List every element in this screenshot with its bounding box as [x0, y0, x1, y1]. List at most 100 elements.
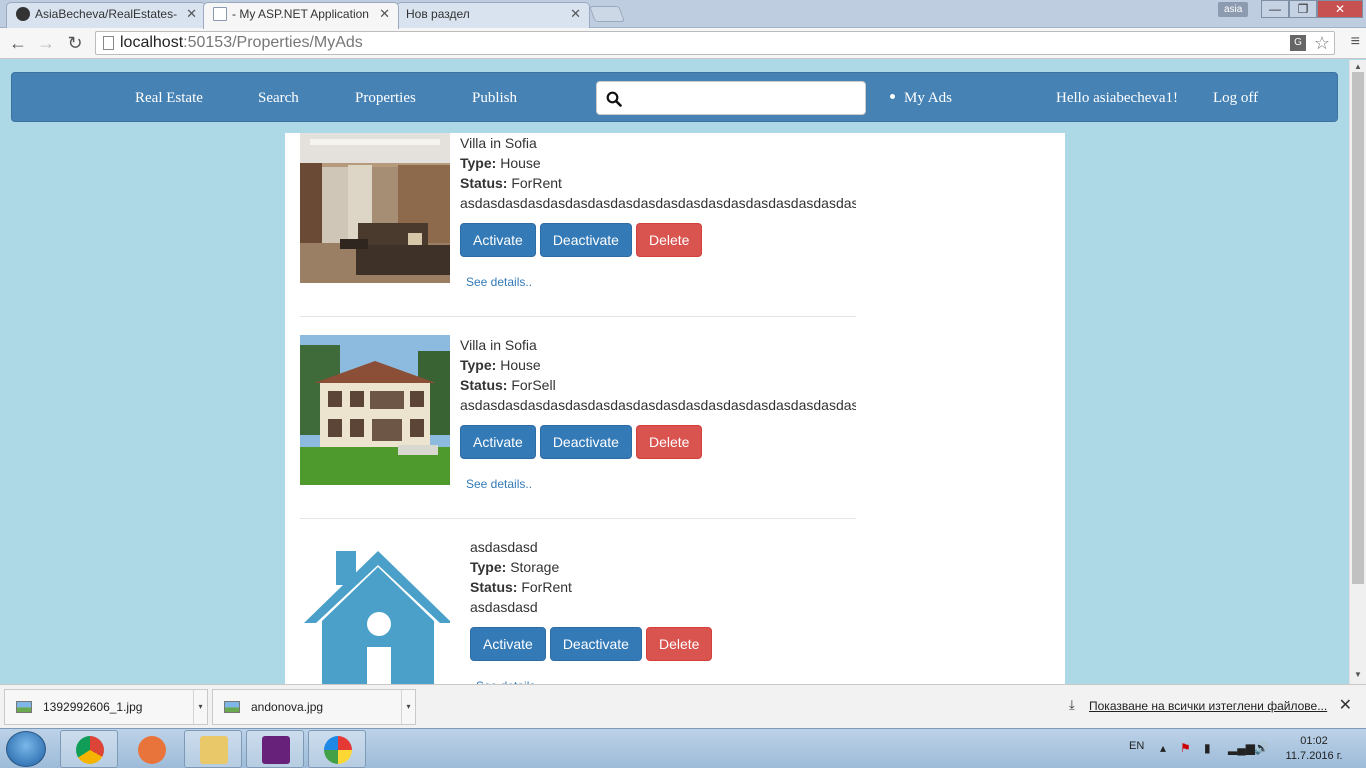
deactivate-button[interactable]: Deactivate [539, 223, 632, 257]
picasa-icon [324, 736, 352, 764]
ad-status-value: ForSell [511, 377, 556, 393]
close-icon[interactable]: ✕ [1339, 695, 1352, 715]
volume-icon[interactable]: 🔊 [1254, 741, 1269, 755]
maximize-button[interactable]: ❐ [1289, 0, 1317, 18]
download-filename: 1392992606_1.jpg [43, 700, 143, 714]
image-file-icon [16, 701, 32, 713]
address-bar-row: ← → ↻ localhost:50153/Properties/MyAds G… [0, 28, 1366, 59]
ad-description: asdasdasdasdasdasdasdasdasdasdasdasdasda… [460, 195, 856, 211]
clock-time: 01:02 [1300, 735, 1328, 747]
user-greeting-link[interactable]: Hello asiabecheva1! [1056, 73, 1178, 123]
activate-button[interactable]: Activate [460, 425, 536, 459]
activate-button[interactable]: Activate [460, 223, 536, 257]
scroll-down-icon[interactable]: ▼ [1354, 670, 1362, 679]
page-viewport: Real Estate Search Properties Publish My… [0, 60, 1349, 684]
taskbar: EN ▴ ⚑ ▮ ▂▄▆ 🔊 01:02 11.7.2016 г. [0, 728, 1366, 768]
reload-icon[interactable]: ↻ [63, 32, 87, 54]
ad-card: asdasdasd Type: Storage Status: ForRent … [300, 537, 856, 684]
search-icon [606, 91, 622, 107]
delete-button[interactable]: Delete [645, 627, 713, 661]
download-item[interactable]: andonova.jpg ▾ [212, 689, 416, 725]
search-box[interactable] [596, 81, 866, 115]
menu-icon[interactable]: ≡ [1351, 34, 1360, 50]
ad-image-living-room[interactable] [300, 133, 450, 283]
ad-description: asdasdasdasdasdasdasdasdasdasdasdasdasda… [460, 397, 856, 413]
download-filename: andonova.jpg [251, 700, 324, 714]
deactivate-button[interactable]: Deactivate [539, 425, 632, 459]
back-arrow-icon[interactable]: ← [6, 32, 30, 54]
tab-title: AsiaBecheva/RealEstates- [35, 7, 178, 21]
ad-actions: Activate Deactivate Delete [470, 627, 716, 661]
taskbar-picasa[interactable] [308, 730, 366, 768]
delete-button[interactable]: Delete [635, 223, 703, 257]
ad-info: Villa in Sofia Type: House Status: ForSe… [460, 335, 856, 415]
browser-tab-new[interactable]: Нов раздел ✕ [396, 2, 590, 28]
ad-type-row: Type: Storage [470, 557, 866, 577]
translate-icon[interactable]: G [1290, 35, 1306, 51]
ad-status-row: Status: ForRent [470, 577, 866, 597]
download-bar: 1392992606_1.jpg ▾ andonova.jpg ▾ ⤓ Пока… [0, 684, 1366, 728]
search-input[interactable] [627, 84, 859, 112]
close-tab-icon[interactable]: ✕ [379, 3, 390, 25]
ad-description: asdasdasd [470, 599, 538, 615]
scroll-up-icon[interactable]: ▲ [1354, 62, 1362, 71]
browser-tab-myads[interactable]: - My ASP.NET Application ✕ [203, 2, 399, 29]
ad-status-row: Status: ForRent [460, 173, 856, 193]
tab-title: Нов раздел [406, 7, 470, 21]
ad-card: Villa in Sofia Type: House Status: ForSe… [300, 335, 856, 519]
tab-title: - My ASP.NET Application [232, 7, 369, 21]
chevron-down-icon[interactable]: ▾ [401, 690, 415, 724]
url-host: localhost [120, 34, 184, 51]
ad-actions: Activate Deactivate Delete [460, 223, 706, 257]
tray-expand-icon[interactable]: ▴ [1160, 741, 1166, 755]
nav-link-my-ads[interactable]: My Ads [890, 73, 952, 123]
close-tab-icon[interactable]: ✕ [186, 3, 197, 25]
flag-icon[interactable]: ⚑ [1180, 741, 1191, 755]
clock-date: 11.7.2016 г. [1285, 750, 1343, 762]
url-field[interactable]: localhost:50153/Properties/MyAds G ☆ [95, 31, 1335, 55]
ad-info: asdasdasd Type: Storage Status: ForRent … [470, 537, 866, 617]
house-icon[interactable] [300, 543, 450, 684]
nav-link-publish[interactable]: Publish [472, 73, 517, 123]
close-tab-icon[interactable]: ✕ [570, 3, 581, 25]
ad-status-value: ForRent [511, 175, 562, 191]
see-details-link[interactable]: See details.. [466, 275, 532, 289]
start-button[interactable] [6, 731, 46, 767]
ad-image-villa[interactable] [300, 335, 450, 485]
deactivate-button[interactable]: Deactivate [549, 627, 642, 661]
browser-tab-github[interactable]: AsiaBecheva/RealEstates- ✕ [6, 2, 206, 28]
language-indicator[interactable]: EN [1129, 740, 1144, 752]
nav-link-search[interactable]: Search [258, 73, 299, 123]
scroll-thumb[interactable] [1352, 72, 1364, 584]
logoff-link[interactable]: Log off [1213, 73, 1258, 123]
taskbar-chrome[interactable] [60, 730, 118, 768]
clock[interactable]: 01:02 11.7.2016 г. [1284, 734, 1344, 764]
battery-icon[interactable]: ▮ [1204, 741, 1211, 755]
bookmark-star-icon[interactable]: ☆ [1314, 32, 1330, 54]
status-label: Status: [460, 377, 508, 393]
taskbar-explorer[interactable] [184, 730, 242, 768]
forward-arrow-icon[interactable]: → [34, 32, 58, 54]
nav-link-properties[interactable]: Properties [355, 73, 416, 123]
taskbar-app[interactable] [122, 730, 180, 768]
profile-badge[interactable]: asia [1218, 2, 1249, 17]
show-all-downloads-link[interactable]: Показване на всички изтеглени файлове... [1089, 699, 1327, 713]
delete-button[interactable]: Delete [635, 425, 703, 459]
ad-info: Villa in Sofia Type: House Status: ForRe… [460, 133, 856, 213]
close-window-button[interactable]: ✕ [1317, 0, 1363, 18]
ad-card: Villa in Sofia Type: House Status: ForRe… [300, 133, 856, 317]
activate-button[interactable]: Activate [470, 627, 546, 661]
brand-link[interactable]: Real Estate [135, 73, 203, 123]
network-icon[interactable]: ▂▄▆ [1228, 741, 1255, 755]
chevron-down-icon[interactable]: ▾ [193, 690, 207, 724]
browser-tab-strip: AsiaBecheva/RealEstates- ✕ - My ASP.NET … [0, 0, 1366, 29]
ad-title: Villa in Sofia [460, 135, 537, 151]
type-label: Type: [470, 559, 507, 575]
taskbar-visual-studio[interactable] [246, 730, 304, 768]
new-tab-button[interactable] [589, 6, 625, 22]
page-scrollbar[interactable]: ▲ ▼ [1349, 60, 1366, 684]
download-item[interactable]: 1392992606_1.jpg ▾ [4, 689, 208, 725]
see-details-link[interactable]: See details.. [466, 477, 532, 491]
minimize-button[interactable]: — [1261, 0, 1289, 18]
my-ads-label: My Ads [904, 90, 952, 106]
